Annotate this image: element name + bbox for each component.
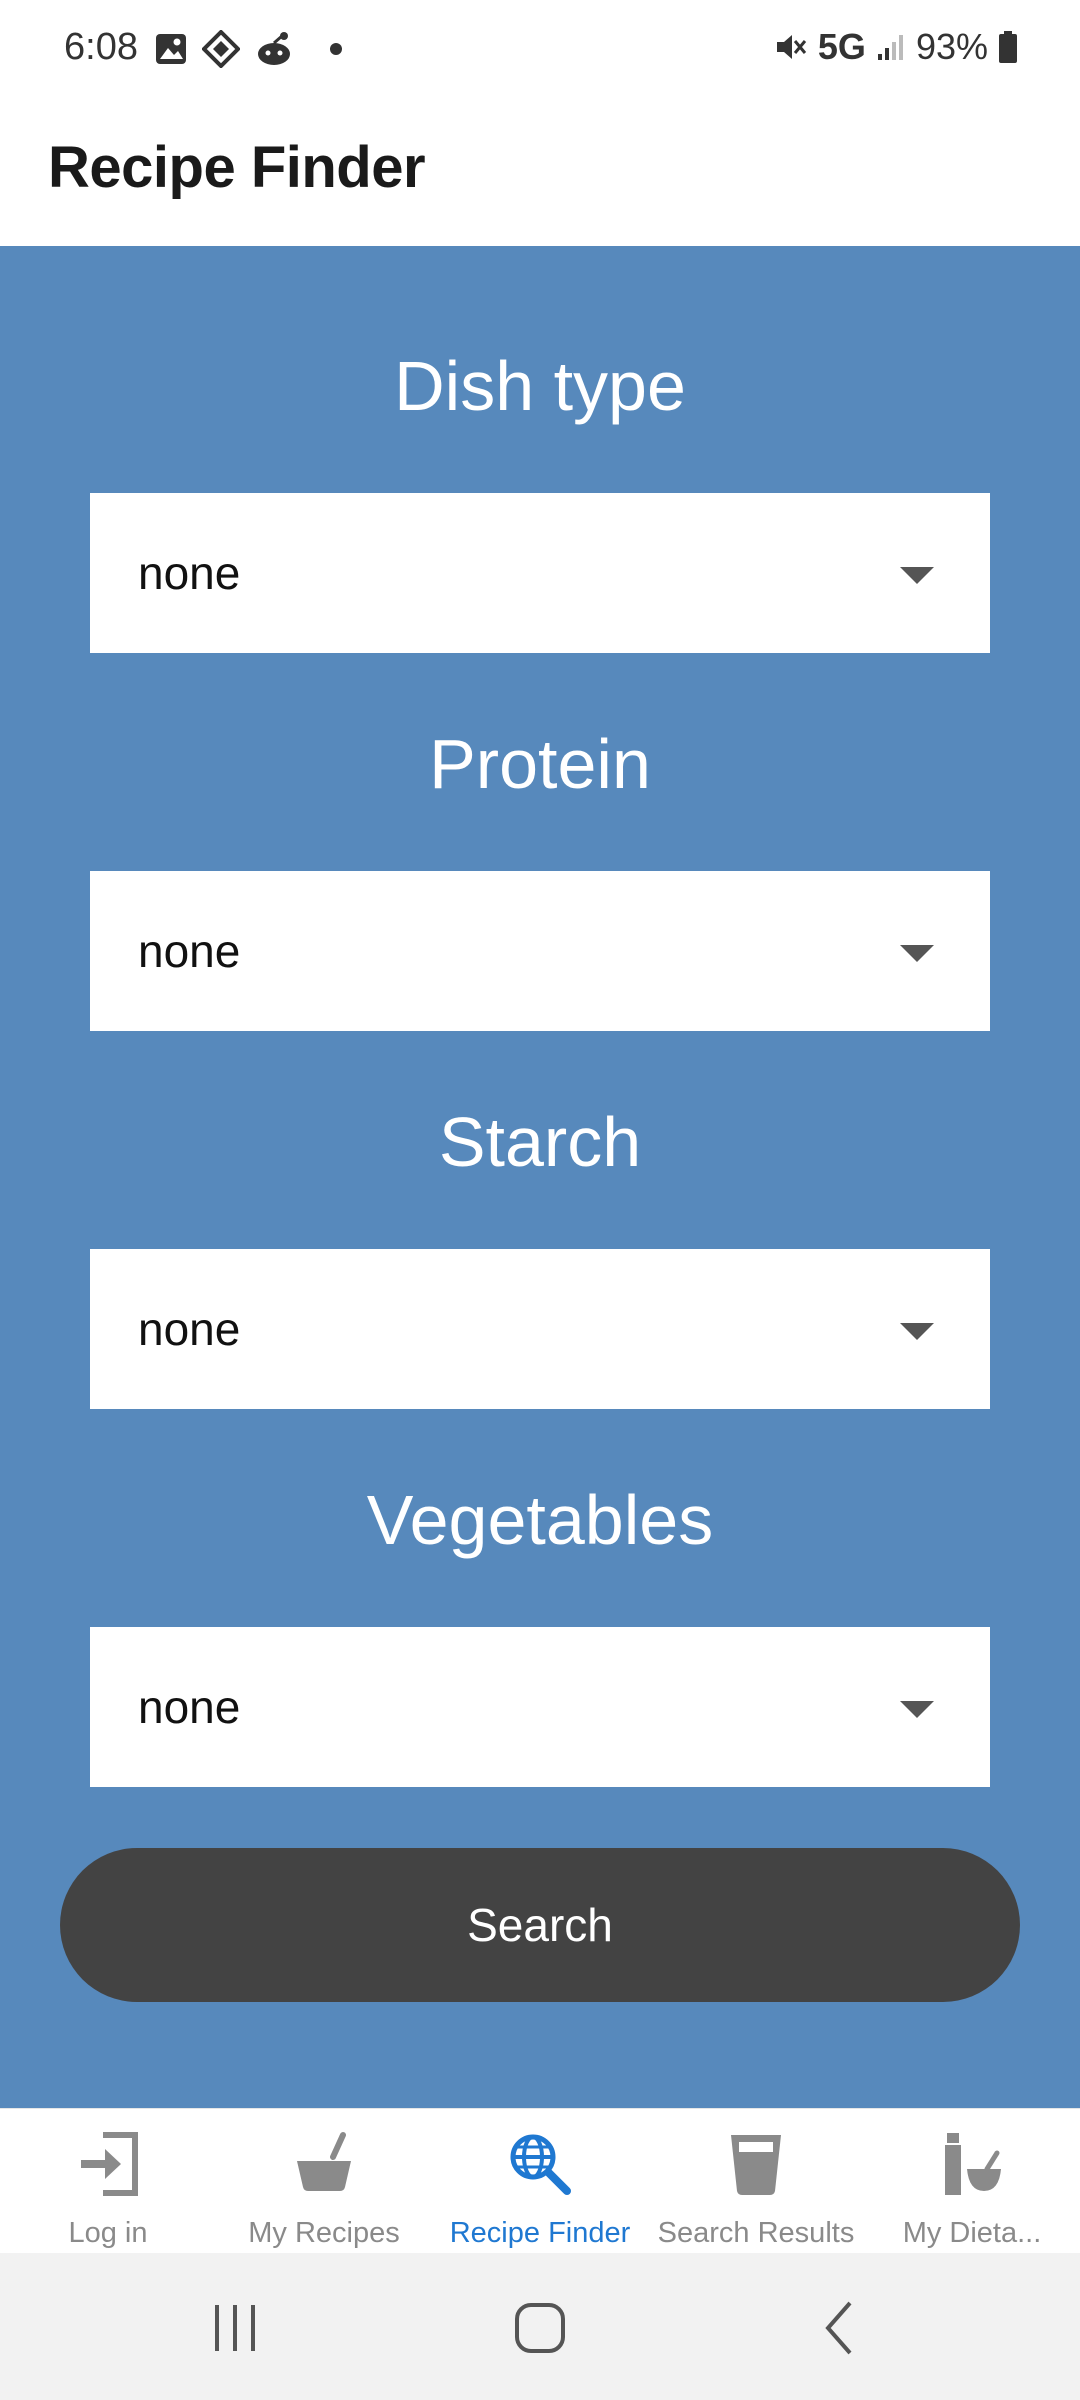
vegetables-select[interactable]: none: [90, 1627, 990, 1787]
dot-icon: [330, 43, 342, 55]
chevron-down-icon: [900, 1323, 934, 1340]
protein-label: Protein: [429, 725, 651, 803]
app-icon: [202, 30, 240, 68]
battery-icon: [999, 31, 1017, 63]
protein-select[interactable]: none: [90, 871, 990, 1031]
nav-item-my-dietary[interactable]: My Dieta...: [864, 2109, 1080, 2254]
dish-type-select[interactable]: none: [90, 493, 990, 653]
signal-icon: [877, 35, 903, 60]
pot-icon: [297, 2132, 351, 2191]
home-icon[interactable]: [500, 2293, 580, 2363]
nav-item-my-recipes[interactable]: My Recipes: [216, 2109, 432, 2254]
recipe-finder-form: Dish type none Protein none Starch none …: [0, 246, 1080, 2108]
recent-apps-icon[interactable]: [195, 2293, 275, 2363]
status-time: 6:08: [64, 26, 138, 68]
page-title: Recipe Finder: [48, 135, 426, 200]
system-nav-bar: [0, 2253, 1080, 2400]
vegetables-value: none: [138, 1681, 241, 1733]
mute-icon: [776, 35, 807, 59]
nav-label-my-recipes: My Recipes: [248, 2217, 400, 2249]
cup-icon: [731, 2135, 781, 2195]
bottle-bowl-icon: [945, 2133, 1001, 2195]
login-icon: [81, 2132, 138, 2196]
status-bar: 6:08 5G 93%: [0, 0, 1080, 96]
reddit-icon: [258, 32, 290, 65]
battery-percent: 93%: [915, 26, 988, 67]
dish-type-label: Dish type: [394, 347, 686, 425]
search-button[interactable]: Search: [60, 1848, 1020, 2002]
nav-item-search-results[interactable]: Search Results: [648, 2109, 864, 2254]
protein-value: none: [138, 925, 241, 977]
chevron-down-icon: [900, 1701, 934, 1718]
globe-search-icon: [510, 2134, 571, 2195]
network-type: 5G: [817, 26, 866, 67]
chevron-down-icon: [900, 945, 934, 962]
back-icon[interactable]: [800, 2293, 880, 2363]
vegetables-label: Vegetables: [366, 1481, 714, 1559]
app-bar: Recipe Finder: [0, 96, 1080, 246]
nav-label-search-results: Search Results: [657, 2217, 855, 2249]
nav-item-recipe-finder[interactable]: Recipe Finder: [432, 2109, 648, 2254]
starch-value: none: [138, 1303, 241, 1355]
starch-select[interactable]: none: [90, 1249, 990, 1409]
nav-label-recipe-finder: Recipe Finder: [449, 2217, 631, 2249]
nav-label-log-in: Log in: [68, 2217, 148, 2249]
image-icon: [156, 34, 186, 64]
dish-type-value: none: [138, 547, 241, 599]
status-right: 5G 93%: [774, 26, 1018, 68]
bottom-nav: Log in My Recipes Recipe Finder Search R…: [0, 2108, 1080, 2253]
nav-item-log-in[interactable]: Log in: [0, 2109, 216, 2254]
chevron-down-icon: [900, 567, 934, 584]
nav-label-my-dietary: My Dieta...: [902, 2217, 1042, 2249]
notification-icons: [154, 30, 348, 68]
starch-label: Starch: [438, 1103, 642, 1181]
